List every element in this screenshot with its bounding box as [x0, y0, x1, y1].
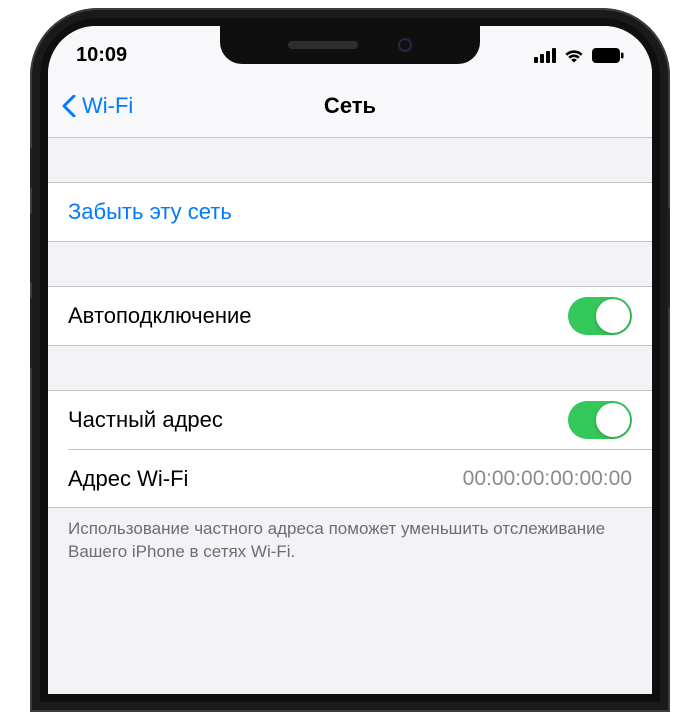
private-address-label: Частный адрес [68, 407, 223, 433]
status-time: 10:09 [76, 44, 127, 67]
private-address-row: Частный адрес [48, 391, 652, 449]
private-address-footer: Использование частного адреса поможет ум… [48, 508, 652, 564]
page-title: Сеть [324, 93, 376, 119]
battery-icon [592, 48, 624, 63]
wifi-address-label: Адрес Wi-Fi [68, 466, 188, 492]
auto-join-switch[interactable] [568, 297, 632, 335]
wifi-icon [563, 47, 585, 63]
nav-bar: Wi-Fi Сеть [48, 74, 652, 138]
auto-join-row: Автоподключение [48, 287, 652, 345]
cellular-icon [534, 48, 556, 63]
chevron-left-icon [62, 95, 76, 117]
auto-join-label: Автоподключение [68, 303, 252, 329]
wifi-address-value: 00:00:00:00:00:00 [463, 467, 632, 491]
wifi-address-row: Адрес Wi-Fi 00:00:00:00:00:00 [68, 449, 652, 507]
private-address-switch[interactable] [568, 401, 632, 439]
forget-network-label: Забыть эту сеть [68, 199, 232, 225]
back-label: Wi-Fi [82, 93, 133, 119]
back-button[interactable]: Wi-Fi [62, 93, 133, 119]
forget-network-button[interactable]: Забыть эту сеть [48, 183, 652, 241]
